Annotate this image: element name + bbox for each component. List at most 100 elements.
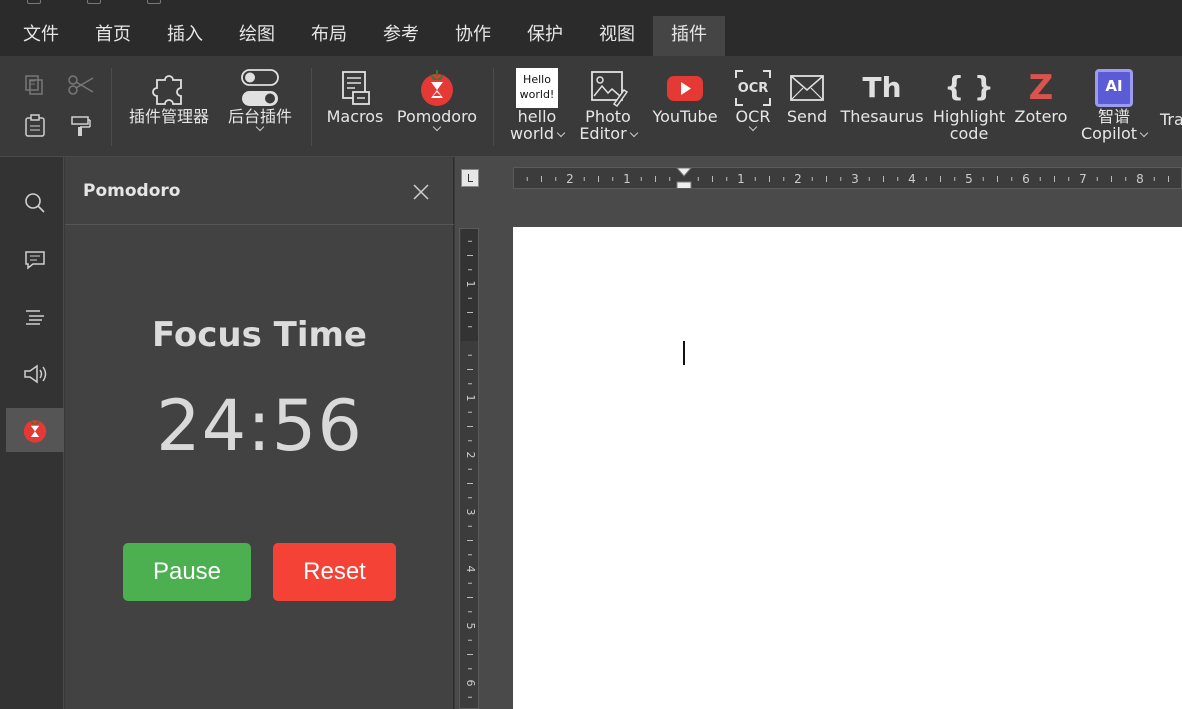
vertical-ruler[interactable]: 1 1 2 3 4 5 6 — [459, 228, 479, 709]
ruler-label: 6 — [1022, 172, 1030, 186]
hello-world-icon-line1: Hello — [523, 73, 551, 86]
ruler-label: 8 — [1136, 172, 1144, 186]
panel-title: Pomodoro — [83, 181, 181, 201]
hello-world-label-line2: world — [506, 125, 568, 142]
thesaurus-icon: Th — [862, 71, 902, 104]
tab-file[interactable]: 文件 — [10, 16, 72, 56]
timer-display: 24:56 — [156, 385, 363, 467]
hello-world-button[interactable]: Hello world! hello world — [506, 68, 568, 142]
ruler-label: 5 — [965, 172, 973, 186]
chevron-down-icon — [1139, 128, 1149, 138]
sidebar-speech[interactable] — [6, 352, 64, 396]
tab-view[interactable]: 视图 — [586, 16, 648, 56]
ruler-label: 3 — [851, 172, 859, 186]
document-page[interactable] — [513, 227, 1182, 709]
cut-button[interactable] — [66, 74, 96, 98]
copy-button[interactable] — [22, 74, 48, 98]
left-indent-box[interactable] — [676, 181, 692, 189]
tab-draw[interactable]: 绘图 — [226, 16, 288, 56]
save-icon[interactable] — [27, 0, 41, 4]
tab-protect[interactable]: 保护 — [514, 16, 576, 56]
ruler-label: 2 — [794, 172, 802, 186]
speaker-icon — [24, 364, 47, 384]
ruler-label: 1 — [623, 172, 631, 186]
hello-world-icon: Hello world! — [516, 68, 558, 108]
highlight-code-label-line2: code — [949, 124, 989, 143]
ocr-button[interactable]: OCR OCR — [730, 68, 776, 133]
search-icon — [25, 193, 45, 213]
sidebar-comments[interactable] — [6, 238, 64, 282]
ruler-label: 4 — [908, 172, 916, 186]
copilot-icon-text: AI — [1105, 77, 1123, 95]
close-icon[interactable] — [410, 181, 432, 203]
ruler-label: 2 — [464, 452, 477, 459]
tab-insert[interactable]: 插入 — [154, 16, 216, 56]
tomato-icon — [23, 420, 47, 443]
zotero-icon: Z — [1028, 68, 1054, 108]
format-painter-icon — [71, 116, 91, 136]
chevron-down-icon — [556, 128, 566, 138]
copilot-label-line2: Copilot — [1076, 125, 1152, 142]
ruler-label: 1 — [464, 281, 477, 288]
ribbon-toolbar: 插件管理器 后台插件 Macros Pomodoro Hello world! — [0, 56, 1182, 157]
photo-editor-button[interactable]: Photo Editor — [576, 68, 640, 142]
background-plugins-button[interactable]: 后台插件 — [222, 68, 298, 133]
ruler-label: 2 — [566, 172, 574, 186]
copilot-label-line1: 智谱 — [1097, 107, 1130, 126]
sidebar-search[interactable] — [6, 181, 64, 225]
ruler-label: 3 — [464, 509, 477, 516]
pomodoro-button[interactable]: Pomodoro — [394, 68, 480, 133]
translate-button[interactable]: Tra — [1160, 111, 1182, 128]
hello-world-label-text: world — [509, 124, 555, 143]
headings-icon — [26, 310, 44, 325]
tab-home[interactable]: 首页 — [82, 16, 144, 56]
sidebar-pomodoro[interactable] — [6, 408, 64, 452]
menu-bar: 文件 首页 插入 绘图 布局 参考 协作 保护 视图 插件 — [0, 14, 1182, 56]
image-edit-icon — [591, 71, 628, 108]
app-window: 文件 首页 插入 绘图 布局 参考 协作 保护 视图 插件 插件管理器 后台插件… — [0, 0, 1182, 709]
reset-button[interactable]: Reset — [273, 543, 396, 601]
paste-button[interactable] — [22, 114, 48, 140]
macros-button[interactable]: Macros — [324, 68, 386, 125]
ruler-label: 4 — [464, 566, 477, 573]
comment-icon — [25, 251, 45, 270]
horizontal-ruler[interactable]: 2 1 1 2 3 4 5 6 7 8 — [513, 167, 1182, 189]
ocr-icon: OCR — [735, 70, 771, 106]
plugin-manager-label: 插件管理器 — [128, 107, 209, 126]
ribbon-separator — [311, 68, 312, 146]
format-painter-button[interactable] — [68, 114, 94, 140]
tab-plugins[interactable]: 插件 — [653, 16, 725, 56]
tab-layout[interactable]: 布局 — [298, 16, 360, 56]
translate-label: Tra — [1160, 110, 1182, 129]
plugin-manager-button[interactable]: 插件管理器 — [124, 68, 214, 125]
focus-heading: Focus Time — [152, 315, 367, 355]
text-cursor — [683, 341, 685, 365]
hello-world-label-line1: hello — [517, 107, 557, 126]
chevron-down-icon — [629, 128, 638, 138]
left-sidebar — [0, 157, 64, 709]
tab-stop-selector[interactable] — [461, 169, 479, 187]
send-button[interactable]: Send — [782, 68, 832, 125]
zotero-button[interactable]: Z Zotero — [1012, 68, 1070, 125]
ribbon-separator — [111, 68, 112, 146]
thesaurus-button[interactable]: Th Thesaurus — [838, 68, 926, 125]
pause-button[interactable]: Pause — [123, 543, 251, 601]
print-icon[interactable] — [147, 0, 161, 4]
tab-references[interactable]: 参考 — [370, 16, 432, 56]
file-icon[interactable] — [87, 0, 101, 4]
youtube-button[interactable]: YouTube — [648, 68, 722, 125]
highlight-code-button[interactable]: { } Highlight code — [932, 68, 1006, 142]
photo-editor-label-line2: Editor — [576, 125, 640, 142]
sidebar-navigation[interactable] — [6, 295, 64, 339]
envelope-icon — [790, 75, 824, 101]
macros-icon — [342, 71, 370, 105]
copy-icon — [25, 75, 43, 95]
pomodoro-panel: Pomodoro Focus Time 24:56 Pause Reset — [65, 157, 454, 709]
zotero-label: Zotero — [1014, 107, 1068, 126]
youtube-icon — [667, 76, 703, 101]
copilot-button[interactable]: AI 智谱 Copilot — [1076, 68, 1152, 142]
tab-collaborate[interactable]: 协作 — [442, 16, 504, 56]
copilot-icon: AI — [1095, 69, 1133, 107]
photo-editor-label-line1: Photo — [585, 107, 631, 126]
panel-header: Pomodoro — [65, 157, 454, 225]
